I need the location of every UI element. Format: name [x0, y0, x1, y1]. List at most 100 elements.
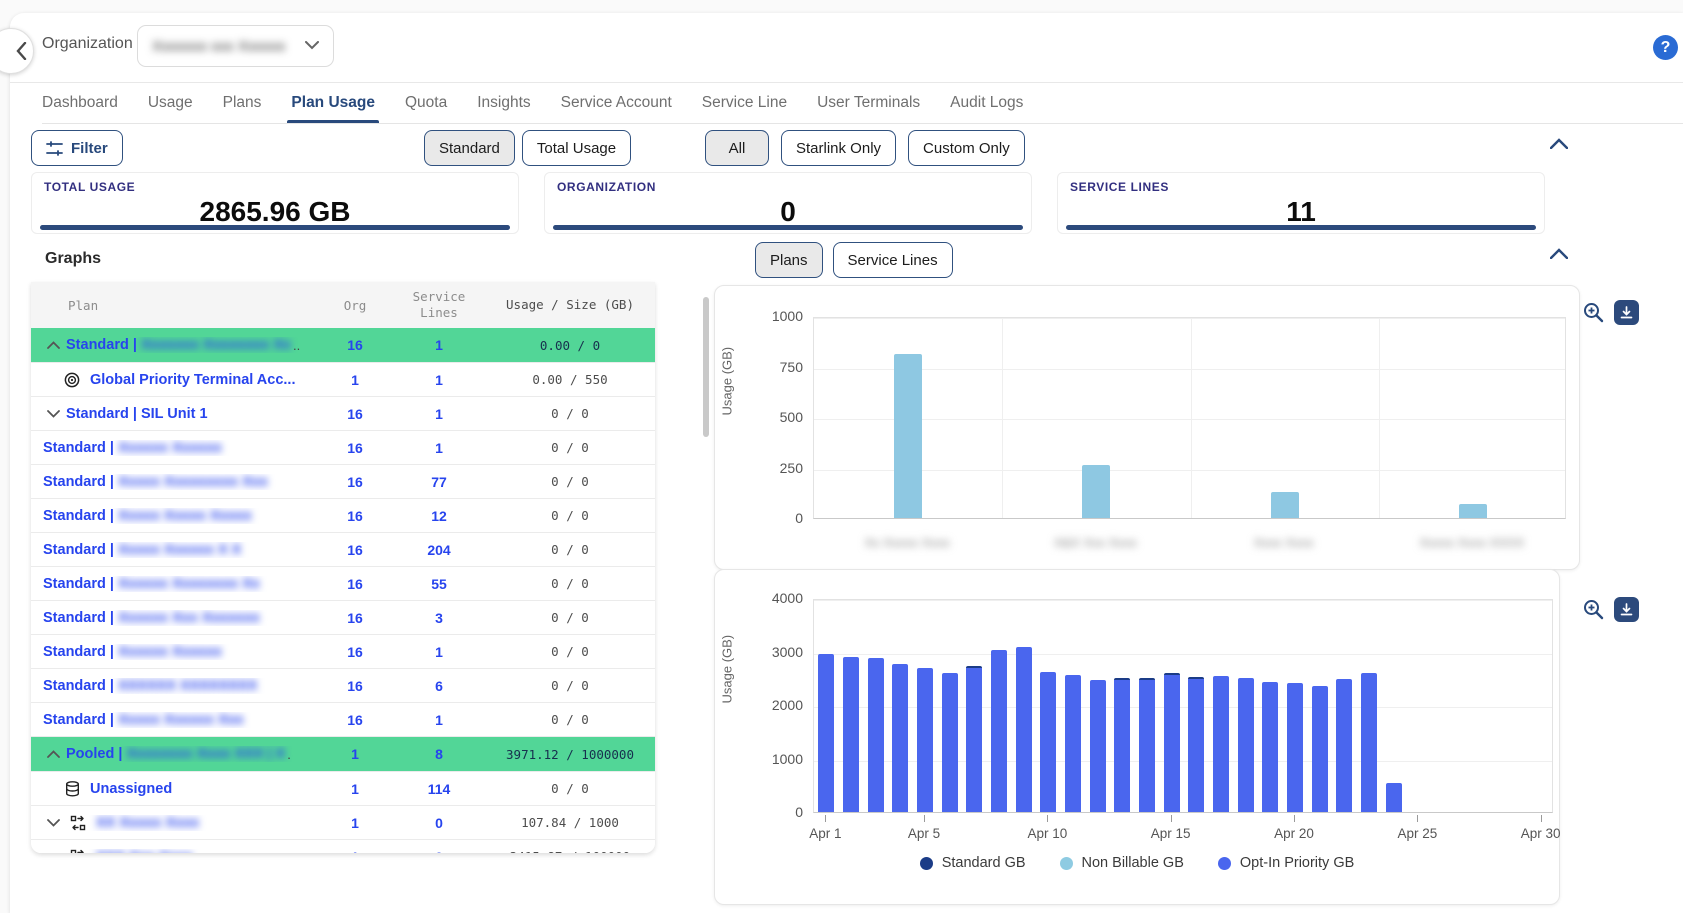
- help-icon[interactable]: ?: [1653, 35, 1678, 60]
- table-row[interactable]: Standard | Xxxxx Xxxxxx X X162040 / 0: [31, 533, 655, 567]
- daily-bar[interactable]: [1188, 677, 1204, 812]
- collapse-row-icon[interactable]: [40, 750, 66, 758]
- table-row[interactable]: Global Priority Terminal Acc...110.00 / …: [31, 363, 655, 397]
- daily-bar[interactable]: [1090, 680, 1106, 812]
- daily-bar[interactable]: [1065, 675, 1081, 812]
- plan-bar[interactable]: [1459, 504, 1487, 518]
- service-lines-count[interactable]: 114: [393, 781, 485, 797]
- plan-name-link[interactable]: Xxxxx Xxxxxxxxx Xxx: [118, 474, 268, 490]
- plan-name-link[interactable]: Xxxxxxx Xxxxxxxx Xx: [141, 337, 291, 353]
- daily-bar[interactable]: [1040, 672, 1056, 812]
- table-row[interactable]: XXX Xxx Xxxx102415.87 / 100000: [31, 840, 655, 853]
- expand-row-icon[interactable]: [40, 853, 66, 854]
- service-lines-count[interactable]: 1: [393, 406, 485, 422]
- expand-row-icon[interactable]: [40, 819, 66, 827]
- service-lines-count[interactable]: 1: [393, 440, 485, 456]
- org-count[interactable]: 16: [317, 406, 393, 422]
- collapse-row-icon[interactable]: [40, 341, 66, 349]
- daily-bar[interactable]: [868, 658, 884, 812]
- tab-service-account[interactable]: Service Account: [561, 83, 672, 123]
- daily-bar[interactable]: [917, 668, 933, 812]
- service-lines-count[interactable]: 1: [393, 712, 485, 728]
- org-count[interactable]: 16: [317, 678, 393, 694]
- zoom-in-icon[interactable]: [1582, 598, 1605, 621]
- daily-bar[interactable]: [1016, 647, 1032, 812]
- toggle-starlink-only[interactable]: Starlink Only: [781, 130, 896, 166]
- plan-name-link[interactable]: Xxxxx Xxxxxx X X: [118, 542, 241, 558]
- table-row[interactable]: Unassigned11140 / 0: [31, 772, 655, 806]
- service-lines-count[interactable]: 0: [393, 849, 485, 854]
- collapse-graphs-icon[interactable]: [1550, 246, 1568, 264]
- table-row[interactable]: Standard | Xxxxxxx Xxxxxxxx Xx..1610.00 …: [31, 328, 655, 363]
- daily-bar[interactable]: [1336, 679, 1352, 812]
- org-count[interactable]: 1: [317, 372, 393, 388]
- plan-name-link[interactable]: Unassigned: [90, 781, 172, 797]
- service-lines-count[interactable]: 0: [393, 815, 485, 831]
- plan-name-link[interactable]: XX Xxxxx Xxxx: [96, 815, 199, 831]
- table-row[interactable]: Standard | Xxxxx Xxxxxxxxx Xxx16770 / 0: [31, 465, 655, 499]
- org-count[interactable]: 16: [317, 712, 393, 728]
- service-lines-count[interactable]: 204: [393, 542, 485, 558]
- plan-bar[interactable]: [1271, 492, 1299, 518]
- plan-bar[interactable]: [1082, 465, 1110, 518]
- plan-name-link[interactable]: XXXXXX XXXXXXXX: [118, 678, 257, 694]
- daily-bar[interactable]: [1238, 678, 1254, 812]
- download-icon[interactable]: [1614, 597, 1639, 622]
- org-count[interactable]: 16: [317, 576, 393, 592]
- org-count[interactable]: 16: [317, 440, 393, 456]
- toggle-standard[interactable]: Standard: [424, 130, 515, 166]
- plan-name-link[interactable]: Xxxxxx Xxxxxx: [118, 440, 222, 456]
- table-row[interactable]: XX Xxxxx Xxxx10107.84 / 1000: [31, 806, 655, 840]
- service-lines-count[interactable]: 3: [393, 610, 485, 626]
- table-row[interactable]: Standard | SIL Unit 11610 / 0: [31, 397, 655, 431]
- plan-name-link[interactable]: SIL Unit 1: [141, 406, 208, 422]
- daily-bar[interactable]: [818, 654, 834, 812]
- table-row[interactable]: Standard | Xxxxxx Xxxxxx1610 / 0: [31, 635, 655, 669]
- tab-plans[interactable]: Plans: [223, 83, 262, 123]
- org-count[interactable]: 16: [317, 542, 393, 558]
- daily-bar[interactable]: [1164, 673, 1180, 812]
- tab-service-line[interactable]: Service Line: [702, 83, 787, 123]
- org-count[interactable]: 16: [317, 610, 393, 626]
- daily-bar[interactable]: [1262, 682, 1278, 812]
- plan-name-link[interactable]: XXX Xxx Xxxx: [96, 849, 193, 854]
- plan-bar[interactable]: [894, 354, 922, 518]
- tab-plan-usage[interactable]: Plan Usage: [291, 83, 375, 123]
- graphs-toggle-plans[interactable]: Plans: [755, 242, 823, 278]
- daily-bar[interactable]: [942, 673, 958, 812]
- graphs-toggle-service-lines[interactable]: Service Lines: [833, 242, 953, 278]
- collapse-filters-icon[interactable]: [1550, 136, 1568, 154]
- org-count[interactable]: 1: [317, 781, 393, 797]
- org-count[interactable]: 1: [317, 746, 393, 762]
- plan-name-link[interactable]: Xxxxxxxx Xxxx XXX | X: [126, 746, 285, 762]
- daily-bar[interactable]: [991, 650, 1007, 812]
- tab-insights[interactable]: Insights: [477, 83, 530, 123]
- daily-bar[interactable]: [1287, 683, 1303, 812]
- toggle-all[interactable]: All: [705, 130, 769, 166]
- plan-name-link[interactable]: Xxxxxx Xxxxxxxx Xx: [118, 576, 260, 592]
- service-lines-count[interactable]: 8: [393, 746, 485, 762]
- table-scrollbar-thumb[interactable]: [703, 297, 709, 437]
- service-lines-count[interactable]: 1: [393, 644, 485, 660]
- toggle-total-usage[interactable]: Total Usage: [522, 130, 631, 166]
- org-count[interactable]: 1: [317, 849, 393, 854]
- filter-button[interactable]: Filter: [31, 130, 123, 166]
- daily-bar[interactable]: [1361, 673, 1377, 812]
- table-row[interactable]: Standard | Xxxxxx Xxx Xxxxxxx1630 / 0: [31, 601, 655, 635]
- plan-name-link[interactable]: Xxxxx Xxxxxx Xxx: [118, 712, 244, 728]
- table-row[interactable]: Standard | Xxxxxx Xxxxxxxx Xx16550 / 0: [31, 567, 655, 601]
- table-row[interactable]: Standard | Xxxxx Xxxxx Xxxxx16120 / 0: [31, 499, 655, 533]
- tab-usage[interactable]: Usage: [148, 83, 193, 123]
- service-lines-count[interactable]: 6: [393, 678, 485, 694]
- table-row[interactable]: Pooled | Xxxxxxxx Xxxx XXX | X.183971.12…: [31, 737, 655, 772]
- daily-bar[interactable]: [1114, 678, 1130, 812]
- expand-row-icon[interactable]: [40, 410, 66, 418]
- daily-bar[interactable]: [966, 666, 982, 812]
- table-row[interactable]: Standard | Xxxxx Xxxxxx Xxx1610 / 0: [31, 703, 655, 737]
- zoom-in-icon[interactable]: [1582, 301, 1605, 324]
- toggle-custom-only[interactable]: Custom Only: [908, 130, 1025, 166]
- service-lines-count[interactable]: 55: [393, 576, 485, 592]
- org-count[interactable]: 16: [317, 644, 393, 660]
- org-count[interactable]: 16: [317, 337, 393, 353]
- tab-quota[interactable]: Quota: [405, 83, 447, 123]
